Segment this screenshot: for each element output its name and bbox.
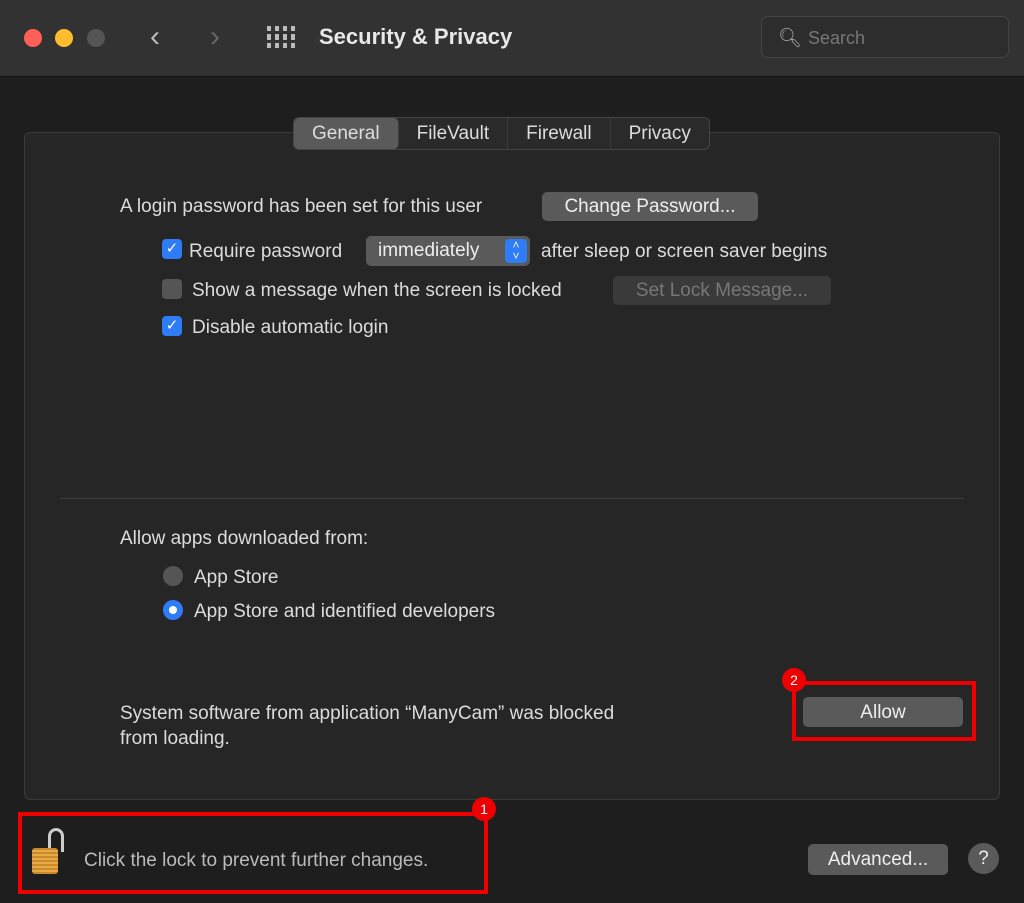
require-password-label: Require password bbox=[189, 241, 343, 262]
blocked-text-line2: from loading. bbox=[120, 728, 230, 749]
radio-app-store-label: App Store bbox=[194, 567, 279, 588]
search-placeholder: Search bbox=[808, 28, 866, 48]
tab-privacy[interactable]: Privacy bbox=[611, 118, 709, 149]
unlocked-padlock-icon[interactable] bbox=[32, 828, 68, 876]
search-icon: 🔍︎ bbox=[778, 28, 803, 49]
change-password-button[interactable]: Change Password... bbox=[542, 192, 758, 221]
radio-app-store[interactable] bbox=[163, 566, 183, 586]
radio-identified-developers[interactable] bbox=[163, 600, 183, 620]
require-password-suffix: after sleep or screen saver begins bbox=[541, 241, 828, 262]
allow-apps-label: Allow apps downloaded from: bbox=[120, 528, 369, 549]
back-icon[interactable]: ‹ bbox=[150, 20, 160, 54]
annotation-badge-2: 2 bbox=[782, 668, 806, 692]
select-value: immediately bbox=[378, 240, 480, 261]
divider bbox=[60, 498, 964, 499]
lock-text: Click the lock to prevent further change… bbox=[84, 850, 429, 871]
close-button[interactable] bbox=[24, 29, 42, 47]
show-message-label: Show a message when the screen is locked bbox=[192, 280, 562, 301]
grid-icon[interactable] bbox=[267, 26, 297, 48]
tab-filevault[interactable]: FileVault bbox=[399, 118, 509, 149]
forward-icon[interactable]: › bbox=[210, 20, 220, 54]
advanced-button[interactable]: Advanced... bbox=[808, 844, 948, 875]
radio-identified-developers-label: App Store and identified developers bbox=[194, 601, 496, 622]
disable-autologin-checkbox[interactable]: ✓ bbox=[162, 316, 182, 336]
tab-bar: General FileVault Firewall Privacy bbox=[293, 117, 710, 150]
tab-general[interactable]: General bbox=[294, 118, 399, 149]
allow-button[interactable]: Allow bbox=[803, 697, 963, 727]
zoom-button[interactable] bbox=[87, 29, 105, 47]
blocked-text-line1: System software from application “ManyCa… bbox=[120, 703, 615, 724]
annotation-badge-1: 1 bbox=[472, 797, 496, 821]
search-input[interactable]: 🔍︎ Search bbox=[761, 16, 1009, 58]
show-message-checkbox[interactable] bbox=[162, 279, 182, 299]
help-button[interactable]: ? bbox=[968, 843, 999, 874]
disable-autologin-label: Disable automatic login bbox=[192, 317, 389, 338]
minimize-button[interactable] bbox=[55, 29, 73, 47]
login-password-text: A login password has been set for this u… bbox=[120, 196, 483, 217]
set-lock-message-button[interactable]: Set Lock Message... bbox=[613, 276, 831, 305]
tab-firewall[interactable]: Firewall bbox=[508, 118, 611, 149]
chevron-updown-icon: ˄ ˅ bbox=[505, 239, 527, 263]
require-password-select[interactable]: immediately ˄ ˅ bbox=[366, 236, 530, 266]
require-password-checkbox[interactable]: ✓ bbox=[162, 239, 182, 259]
window-title: Security & Privacy bbox=[319, 24, 513, 49]
